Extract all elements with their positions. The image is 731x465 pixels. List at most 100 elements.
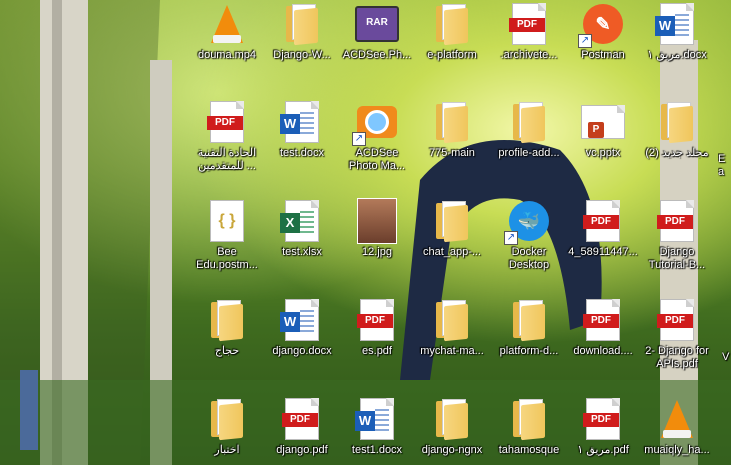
desktop-icon[interactable]: Wdjango.docx [265, 298, 339, 358]
edge-icon-label[interactable]: V [722, 351, 731, 364]
desktop-icon[interactable]: PDF download.... [566, 298, 640, 358]
desktop-icon[interactable]: PDF .archivete... [492, 2, 566, 62]
desktop-icon[interactable]: W مريق ١.docx [640, 2, 714, 62]
desktop-icon[interactable]: chat_app-... [415, 199, 489, 259]
acdsee-icon: ↗ [352, 100, 399, 146]
desktop-icon[interactable]: platform-d... [492, 298, 566, 358]
desktop-icon-label: django.pdf [276, 444, 328, 456]
desktop-icon-label: platform-d... [499, 345, 559, 357]
desktop-icon[interactable]: e-platform [415, 2, 489, 62]
desktop-icon-label: django-ngnx [421, 444, 483, 456]
desktop-icon-label: مريق ١.pdf [577, 444, 629, 456]
pdf-icon: PDF [581, 298, 625, 342]
desktop-icon[interactable]: mychat-ma... [415, 298, 489, 358]
desktop-icon[interactable]: Wtest.docx [265, 100, 339, 160]
desktop-icon-label: 775-main [429, 147, 475, 159]
desktop-icon[interactable]: ✎ ↗ Postman [566, 2, 640, 62]
desktop-icon-label: test.docx [279, 147, 325, 159]
desktop-icon-label: Postman [581, 49, 625, 61]
desktop-icon-label: 4_58911447... [568, 246, 638, 258]
json-icon: { } [205, 199, 249, 243]
desktop-icon[interactable]: douma.mp4 [190, 2, 264, 62]
folder-icon [280, 2, 324, 46]
folder-icon [655, 100, 699, 144]
desktop-icon[interactable]: PDF الحادة التقنية للمتقدمين ... [190, 100, 264, 173]
desktop-icon-label: test.xlsx [282, 246, 322, 258]
powerpoint-icon: P [581, 100, 625, 144]
desktop-icon-label: Django Tutorial-B... [648, 246, 706, 271]
postman-icon: ✎ ↗ [578, 2, 625, 48]
desktop-icon[interactable]: 🐳 ↗ Docker Desktop [492, 199, 566, 272]
desktop-icon[interactable]: muaiqly_ha... [640, 397, 714, 457]
desktop-icon-label: tahamosque [498, 444, 560, 456]
pdf-icon: PDF [581, 397, 625, 441]
folder-icon [430, 199, 474, 243]
folder-icon [205, 298, 249, 342]
desktop-icon[interactable]: PDF 4_58911447... [566, 199, 640, 259]
shortcut-arrow-icon: ↗ [352, 132, 366, 146]
desktop-icon[interactable]: RAR ACDSee.Ph... [340, 2, 414, 62]
desktop-icon[interactable]: Xtest.xlsx [265, 199, 339, 259]
desktop-icon[interactable]: اختبار [190, 397, 264, 457]
folder-icon [430, 298, 474, 342]
desktop-icon[interactable]: Pvc.pptx [566, 100, 640, 160]
desktop-icon-label: 2- Django for APIs.pdf [645, 345, 709, 370]
desktop-icon[interactable]: حجاج [190, 298, 264, 358]
folder-icon [205, 397, 249, 441]
desktop-icon[interactable]: ↗ ACDSee Photo Ma... [340, 100, 414, 173]
desktop-icon[interactable]: PDF مريق ١.pdf [566, 397, 640, 457]
folder-icon [430, 397, 474, 441]
desktop-icon[interactable]: PDF es.pdf [340, 298, 414, 358]
desktop-icon-label: e-platform [427, 49, 477, 61]
desktop-icon[interactable]: Django-W... [265, 2, 339, 62]
desktop-icon[interactable]: django-ngnx [415, 397, 489, 457]
desktop-icon-label: اختبار [214, 444, 240, 456]
pdf-icon: PDF [205, 100, 249, 144]
vlc-icon [655, 397, 699, 441]
pdf-icon: PDF [355, 298, 399, 342]
desktop-icon-label: profile-add... [498, 147, 560, 159]
desktop-icon[interactable]: PDF django.pdf [265, 397, 339, 457]
desktop-icon-label: mychat-ma... [420, 345, 484, 357]
pdf-icon: PDF [655, 199, 699, 243]
desktop-icon-label: Docker Desktop [508, 246, 550, 271]
desktop-icon[interactable]: (2) مجلد جديد [640, 100, 714, 160]
desktop-icon-label: مريق ١.docx [647, 49, 707, 61]
desktop-icon[interactable]: { } Bee Edu.postm... [190, 199, 264, 272]
desktop-icon-label: django.docx [272, 345, 332, 357]
shortcut-arrow-icon: ↗ [578, 34, 592, 48]
docker-icon: 🐳 ↗ [504, 199, 551, 245]
shortcut-arrow-icon: ↗ [504, 231, 518, 245]
pdf-icon: PDF [507, 2, 551, 46]
desktop-icon-label: الحادة التقنية للمتقدمين ... [197, 147, 257, 172]
word-icon: W [280, 100, 324, 144]
desktop-icon[interactable]: Wtest1.docx [340, 397, 414, 457]
word-icon: W [355, 397, 399, 441]
folder-icon [430, 100, 474, 144]
desktop-icon-label: Django-W... [273, 49, 331, 61]
desktop-icon[interactable]: PDF Django Tutorial-B... [640, 199, 714, 272]
desktop-icon-label: (2) مجلد جديد [645, 147, 709, 159]
desktop-icon[interactable]: PDF 2- Django for APIs.pdf [640, 298, 714, 371]
desktop-icon-label: es.pdf [362, 345, 392, 357]
edge-icon-label[interactable]: Ea [718, 153, 731, 179]
desktop-icon[interactable]: tahamosque [492, 397, 566, 457]
desktop-icon-label: ACDSee Photo Ma... [348, 147, 406, 172]
desktop-icon[interactable]: 775-main [415, 100, 489, 160]
excel-icon: X [280, 199, 324, 243]
desktop-icon-label: Bee Edu.postm... [196, 246, 258, 271]
desktop-icon-label: .archivete... [500, 49, 558, 61]
pdf-icon: PDF [581, 199, 625, 243]
rar-icon: RAR [355, 2, 399, 46]
desktop-icon-label: download.... [573, 345, 633, 357]
desktop-icon[interactable]: 12.jpg [340, 198, 414, 259]
desktop-icon[interactable]: profile-add... [492, 100, 566, 160]
folder-icon [430, 2, 474, 46]
desktop-icon-label: 12.jpg [362, 246, 392, 258]
desktop-icon-label: test1.docx [351, 444, 403, 456]
desktop-icon-label: chat_app-... [422, 246, 482, 258]
desktop-icon-label: حجاج [214, 345, 240, 357]
pdf-icon: PDF [280, 397, 324, 441]
folder-icon [507, 298, 551, 342]
folder-icon [507, 397, 551, 441]
